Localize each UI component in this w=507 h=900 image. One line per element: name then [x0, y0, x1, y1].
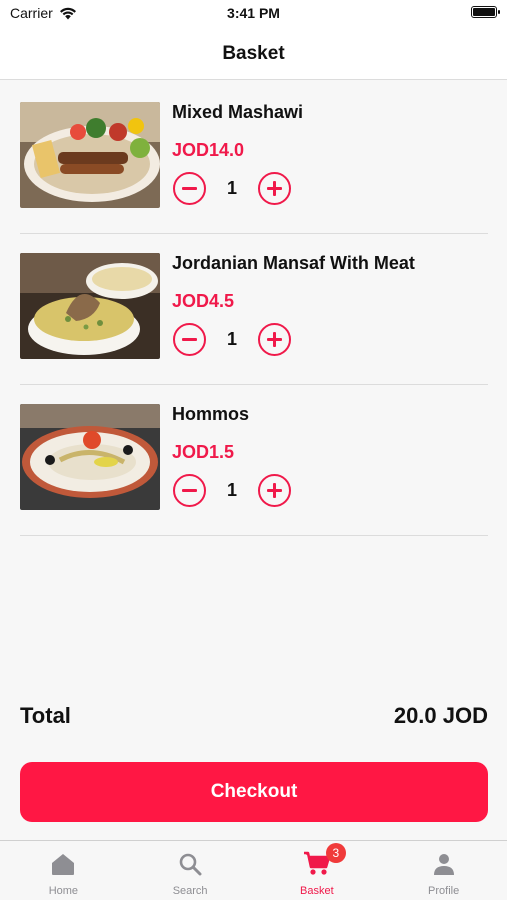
person-icon: [429, 849, 459, 879]
cart-badge: 3: [325, 843, 346, 863]
home-icon: [48, 849, 78, 879]
increase-quantity-button[interactable]: [258, 474, 291, 507]
item-price: JOD4.5: [172, 291, 235, 311]
item-name: Mixed Mashawi: [172, 102, 304, 122]
quantity-value: 1: [226, 178, 237, 198]
total-row: Total 20.0 JOD: [20, 703, 488, 733]
item-name: Jordanian Mansaf With Meat: [172, 253, 415, 273]
item-image: [20, 404, 160, 510]
status-bar: Carrier 3:41 PM: [0, 0, 507, 28]
status-right: [471, 6, 500, 18]
item-image: [20, 253, 160, 359]
increase-quantity-button[interactable]: [258, 323, 291, 356]
decrease-quantity-button[interactable]: [173, 172, 206, 205]
checkout-button[interactable]: Checkout: [20, 762, 488, 822]
decrease-quantity-button[interactable]: [173, 474, 206, 507]
item-image: [20, 102, 160, 208]
quantity-value: 1: [226, 480, 237, 500]
tab-home[interactable]: Home: [0, 841, 127, 900]
mansaf-photo: [20, 253, 160, 359]
navigation-bar: Basket: [0, 28, 507, 80]
item-price: JOD14.0: [172, 140, 245, 160]
battery-icon: [471, 6, 500, 18]
tab-label: Profile: [428, 885, 460, 897]
search-icon: [175, 849, 205, 879]
item-price: JOD1.5: [172, 442, 235, 462]
mixed-grill-photo: [20, 102, 160, 208]
basket-item: Hommos JOD1.5 1: [20, 404, 488, 536]
tab-bar: Home Search 3 Basket Profile: [0, 840, 507, 900]
tab-search[interactable]: Search: [127, 841, 254, 900]
item-name: Hommos: [172, 404, 250, 424]
tab-label: Search: [172, 885, 208, 897]
basket-item: Jordanian Mansaf With Meat JOD4.5 1: [20, 253, 488, 385]
increase-quantity-button[interactable]: [258, 172, 291, 205]
tab-basket[interactable]: 3 Basket: [254, 841, 381, 900]
tab-label: Basket: [300, 885, 334, 897]
basket-item: Mixed Mashawi JOD14.0 1: [20, 102, 488, 234]
total-label: Total: [20, 703, 71, 728]
page-title: Basket: [222, 42, 285, 64]
quantity-value: 1: [226, 329, 237, 349]
hummus-photo: [20, 404, 160, 510]
tab-profile[interactable]: Profile: [380, 841, 507, 900]
status-time: 3:41 PM: [227, 5, 280, 21]
cart-icon: 3: [302, 843, 346, 879]
tab-label: Home: [48, 885, 79, 897]
decrease-quantity-button[interactable]: [173, 323, 206, 356]
total-value: 20.0 JOD: [393, 703, 488, 728]
